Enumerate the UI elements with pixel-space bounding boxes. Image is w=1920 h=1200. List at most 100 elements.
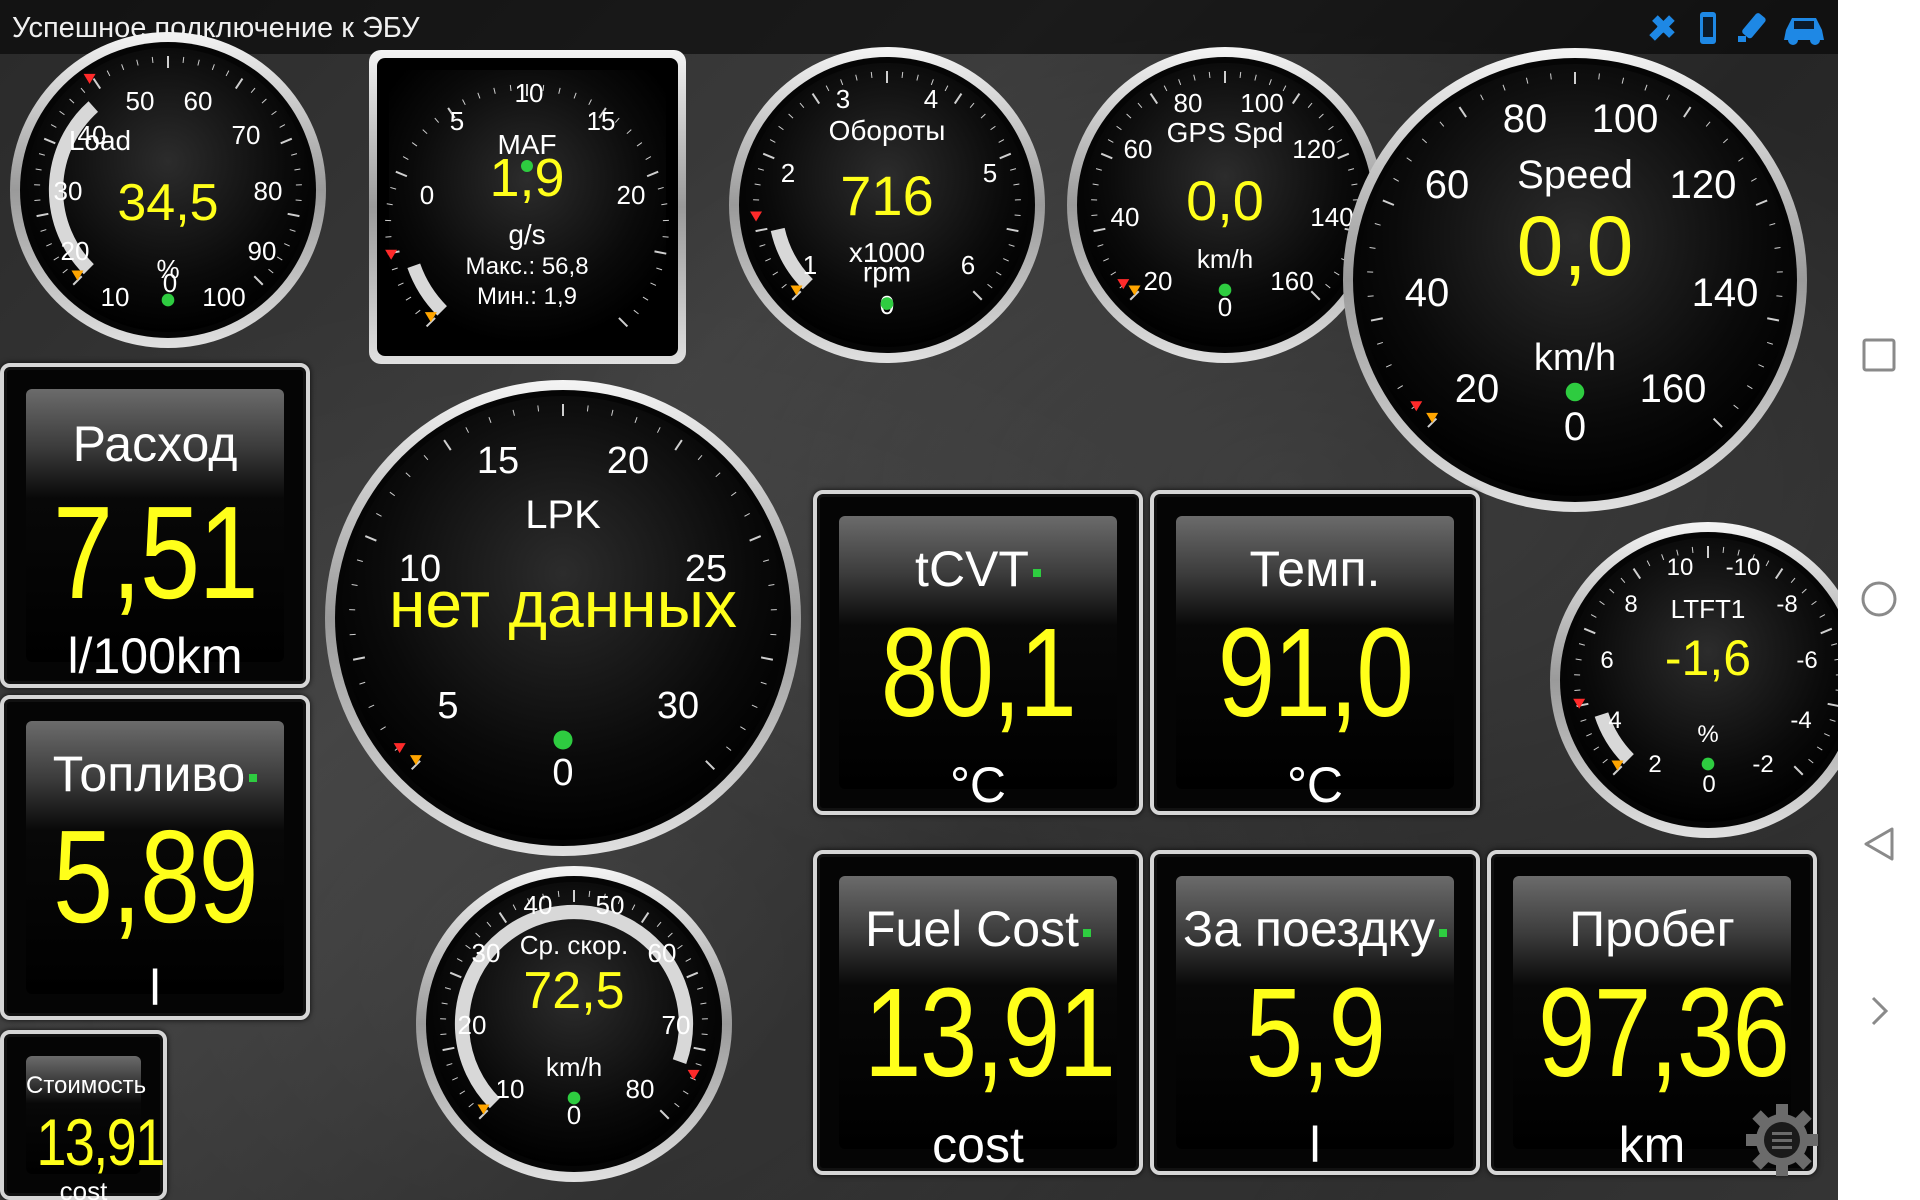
gauge-tick-label: -4 xyxy=(1790,707,1811,734)
gauge-speed[interactable]: 0 20 40 60 80 100 120 140 160 Speed 0,0 km/h xyxy=(1335,40,1825,520)
panel-cost-small[interactable]: Стоимость 13,91 cost xyxy=(0,1030,167,1200)
panel-tcvt[interactable]: tCVT 80,1 °C xyxy=(813,490,1143,815)
gauge-tick-label: 20 xyxy=(1144,266,1173,296)
gauge-lpk[interactable]: 0 5 10 15 20 25 30 LPK нет данных xyxy=(320,375,810,865)
gauge-tick-mark xyxy=(557,890,560,897)
gauge-tick-label: 20 xyxy=(617,180,646,210)
status-dot xyxy=(1032,568,1041,577)
gauge-tick-label: -2 xyxy=(1752,751,1773,778)
gauge-tick-label: 30 xyxy=(472,938,501,968)
panel-title-text: Топливо xyxy=(52,746,246,802)
gauge-tick-mark xyxy=(588,890,591,897)
panel-title: tCVT xyxy=(839,540,1117,598)
panel-fuel-cost[interactable]: Fuel Cost 13,91 cost xyxy=(813,850,1143,1175)
panel-title: Пробег xyxy=(1513,900,1791,958)
gauge-unit: % xyxy=(1697,721,1718,748)
gauge-tick-label: 6 xyxy=(961,250,975,280)
panel-temp[interactable]: Темп. 91,0 °C xyxy=(1150,490,1480,815)
panel-value: 13,91 xyxy=(864,962,1116,1103)
gauge-unit: % xyxy=(156,254,179,284)
gauge-load[interactable]: 0 10 20 30 40 50 60 70 80 90 100 Load 34,5% xyxy=(0,32,335,348)
gauge-maf[interactable]: 0 5 10 15 20 MAF 1,9 g/s Макс.: 56,8 Мин.: 1,9 xyxy=(365,46,690,368)
status-dot xyxy=(521,160,533,172)
gauge-value: нет данных xyxy=(389,567,737,641)
panel-fuel[interactable]: Топливо 5,89 l xyxy=(0,695,310,1020)
gauge-tick-mark xyxy=(151,56,154,63)
panel-face: Стоимость 13,91 cost xyxy=(26,1056,165,1200)
gauge-tick-label: 1 xyxy=(803,250,817,280)
gauge-value: 0,0 xyxy=(1517,199,1634,293)
gauge-tick-mark xyxy=(586,405,589,412)
gauge-tick-label: -6 xyxy=(1796,647,1817,674)
gauge-tick-label: 100 xyxy=(1592,97,1659,141)
gauge-rpm[interactable]: 0123456Обороты716x1000rpm xyxy=(720,40,1055,370)
panel-title-text: За поездку xyxy=(1183,901,1435,957)
panel-unit: °C xyxy=(949,757,1007,813)
back-triangle-icon[interactable] xyxy=(1860,825,1898,863)
gauge-unit: rpm xyxy=(863,257,911,288)
gauge-tick-label: 0 xyxy=(552,752,573,794)
panel-value: 97,36 xyxy=(1538,962,1790,1103)
panel-title-text: Стоимость xyxy=(26,1072,147,1099)
gauge-tick-mark xyxy=(509,84,512,92)
gauge-label: Load xyxy=(69,125,131,156)
panel-unit: °C xyxy=(1286,757,1344,813)
gauge-tick-label: 60 xyxy=(648,938,677,968)
gauge-tick-mark xyxy=(1208,71,1211,78)
home-circle-icon[interactable] xyxy=(1860,580,1898,618)
gauge-tick-label: 6 xyxy=(1600,647,1613,674)
status-dot xyxy=(161,293,175,307)
gauge-unit: g/s xyxy=(508,219,545,250)
gauge-tick-label: 80 xyxy=(1174,88,1203,118)
rpm-gauge-svg: 0123456Обороты716x1000rpm xyxy=(729,47,1045,363)
gauge-tick-mark xyxy=(537,405,540,412)
gauge-tick-label: 80 xyxy=(1503,97,1548,141)
forward-chevron-icon[interactable] xyxy=(1860,992,1898,1030)
gauge-tick-label: 120 xyxy=(1292,134,1335,164)
panel-title: Fuel Cost xyxy=(839,900,1117,958)
gauge-tick-mark xyxy=(870,71,873,78)
panel-unit: l xyxy=(149,960,161,1016)
recents-square-icon[interactable] xyxy=(1860,336,1898,374)
gauge-tick-label: 60 xyxy=(1425,163,1470,207)
gauge-ltft[interactable]: 0 2 4 6 8 10 -10 -8 -6 -4 -2 LTFT1 -1,6% xyxy=(1545,510,1838,850)
panel-value: 5,89 xyxy=(52,803,259,950)
gauge-tick-label: 160 xyxy=(1640,367,1707,411)
panel-consumption[interactable]: Расход 7,51 l/100km xyxy=(0,363,310,688)
panel-trip[interactable]: За поездку 5,9 l xyxy=(1150,850,1480,1175)
status-dot xyxy=(1438,928,1447,937)
panel-face: Fuel Cost 13,91 cost xyxy=(839,876,1117,1173)
status-dot xyxy=(1082,928,1091,937)
gauge-tick-label: 20 xyxy=(607,440,649,482)
gauge-value: -1,6 xyxy=(1665,630,1751,686)
gauge-tick-label: 100 xyxy=(1240,88,1283,118)
gauge-tick-label: 50 xyxy=(596,890,625,920)
panel-value: 13,91 xyxy=(36,1105,165,1179)
gauge-tick-label: 80 xyxy=(626,1074,655,1104)
gauge-label: LPK xyxy=(525,493,601,537)
gauge-label: Обороты xyxy=(829,115,946,146)
gauge-unit: km/h xyxy=(546,1052,602,1082)
panel-title: Расход xyxy=(26,415,284,473)
gauge-tick-label: 20 xyxy=(1455,367,1500,411)
gauge-label: Speed xyxy=(1517,153,1633,197)
gauge-label: LTFT1 xyxy=(1671,594,1746,624)
gauge-tick-mark xyxy=(1550,73,1552,80)
gauge-tick-mark xyxy=(1722,546,1725,553)
panel-title: Топливо xyxy=(26,745,284,803)
gauge-label: GPS Spd xyxy=(1167,117,1284,148)
gauge-tick-label: 160 xyxy=(1270,266,1313,296)
gauge-tick-mark xyxy=(1239,71,1242,78)
gauge-tick-label: 0 xyxy=(1218,292,1232,322)
gauge-tick-label: 90 xyxy=(248,236,277,266)
gauge-avg-speed[interactable]: 0 10 20 30 40 50 60 70 80 Ср. скор. 72,5 km/h xyxy=(408,858,740,1190)
panel-unit: cost xyxy=(932,1117,1024,1173)
gauge-tick-label: 10 xyxy=(515,78,544,108)
gauge-max-text: Макс.: 56,8 xyxy=(465,253,588,280)
panel-value: 7,51 xyxy=(52,479,259,626)
gauge-tick-label: 5 xyxy=(437,685,458,727)
panel-title: Стоимость xyxy=(26,1072,146,1100)
panel-face: За поездку 5,9 l xyxy=(1176,876,1454,1173)
gauge-tick-label: 8 xyxy=(1624,591,1637,618)
settings-gear-icon[interactable] xyxy=(1742,1100,1822,1180)
